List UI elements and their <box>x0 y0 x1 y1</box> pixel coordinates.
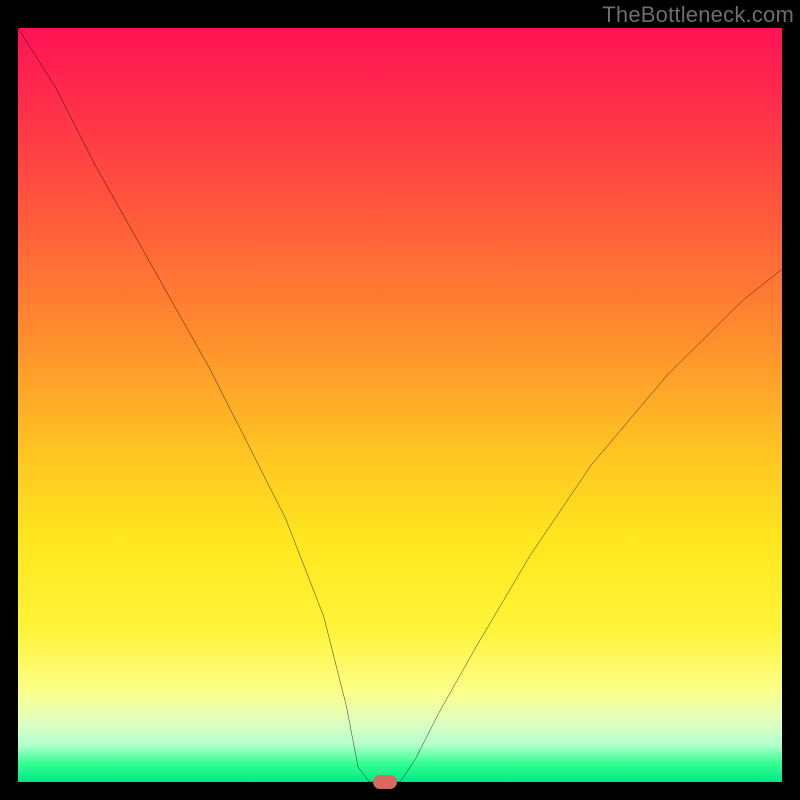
optimum-marker <box>373 775 397 789</box>
watermark-text: TheBottleneck.com <box>602 2 794 28</box>
curve-path <box>18 28 782 782</box>
chart-frame: TheBottleneck.com <box>0 0 800 800</box>
bottleneck-curve <box>18 28 782 782</box>
plot-area <box>18 28 782 782</box>
